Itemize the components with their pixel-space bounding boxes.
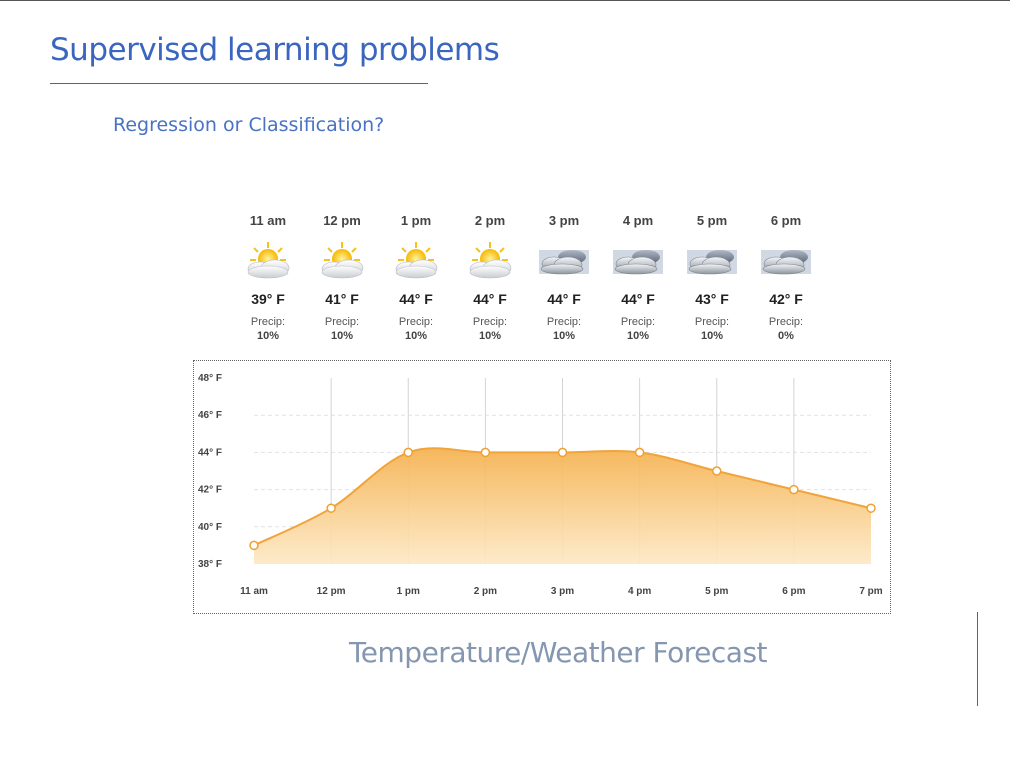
precip-value: 10% [256,330,280,342]
precip-label: Precip: [546,316,582,328]
data-point [326,503,336,513]
forecast-time: 1 pm [400,213,432,228]
temperature-chart: 48° F 46° F 44° F 42° F 40° F 38° F 11 am 12 pm… [193,360,891,614]
temperature-chart-svg: 48° F 46° F 44° F 42° F 40° F 38° F 11 am 12 pm… [198,373,883,597]
x-tick-label: 11 am [240,586,268,597]
forecast-time: 12 pm [323,213,361,228]
precip-value: 0% [778,330,794,342]
forecast-time: 4 pm [622,213,654,228]
data-point [249,540,259,551]
y-tick-label: 42° F [198,485,222,496]
forecast-temp: 44° F [473,291,507,307]
partly-sunny-icon [316,240,368,280]
y-tick-label: 48° F [198,373,222,384]
forecast-time: 11 am [249,213,287,228]
precip-label: Precip: [620,316,656,328]
x-tick-label: 3 pm [551,586,574,597]
y-tick-label: 46° F [198,410,222,421]
data-point [789,484,799,495]
title-underline [50,83,428,84]
forecast-temp: 44° F [547,291,581,307]
precip-label: Precip: [398,316,434,328]
precip-value: 10% [404,330,428,342]
cloudy-icon [538,240,590,280]
forecast-temp: 44° F [399,291,433,307]
x-tick-label: 4 pm [628,586,651,597]
precip-value: 10% [552,330,576,342]
precip-label: Precip: [472,316,508,328]
cloudy-icon [686,240,738,280]
y-tick-label: 44° F [198,447,222,458]
x-tick-label: 7 pm [859,586,882,597]
forecast-temp: 41° F [325,291,359,307]
cloudy-icon [760,240,812,280]
data-point [866,503,876,513]
x-tick-label: 12 pm [317,586,346,597]
forecast-temp: 39° F [251,291,285,307]
y-tick-label: 38° F [198,559,222,570]
forecast-time: 5 pm [696,213,728,228]
forecast-temp: 44° F [621,291,655,307]
precip-value: 10% [478,330,502,342]
data-point [403,447,413,458]
temperature-area [254,448,871,564]
precip-label: Precip: [324,316,360,328]
x-tick-label: 2 pm [474,586,497,597]
forecast-temp: 42° F [769,291,803,307]
cloudy-icon [612,240,664,280]
data-point [634,447,645,458]
precip-value: 10% [626,330,650,342]
data-point [712,466,722,476]
x-tick-label: 6 pm [782,586,805,597]
x-tick-label: 1 pm [397,586,420,597]
precip-label: Precip: [694,316,730,328]
forecast-temp: 43° F [695,291,729,307]
precip-value: 10% [700,330,724,342]
data-point [480,447,491,458]
decorative-vertical-line [977,612,978,706]
partly-sunny-icon [390,240,442,280]
data-point [557,447,568,458]
precip-label: Precip: [768,316,804,328]
slide-title: Supervised learning problems [50,32,500,68]
slide-subtitle: Regression or Classification? [113,114,385,136]
y-tick-label: 40° F [198,522,222,533]
figure-caption: Temperature/Weather Forecast [348,636,768,669]
x-tick-label: 5 pm [705,586,728,597]
precip-value: 10% [330,330,354,342]
forecast-time: 2 pm [474,213,506,228]
forecast-time: 3 pm [548,213,580,228]
forecast-time: 6 pm [770,213,802,228]
partly-sunny-icon [242,240,294,280]
precip-label: Precip: [250,316,286,328]
top-rule [0,0,1010,1]
partly-sunny-icon [464,240,516,280]
